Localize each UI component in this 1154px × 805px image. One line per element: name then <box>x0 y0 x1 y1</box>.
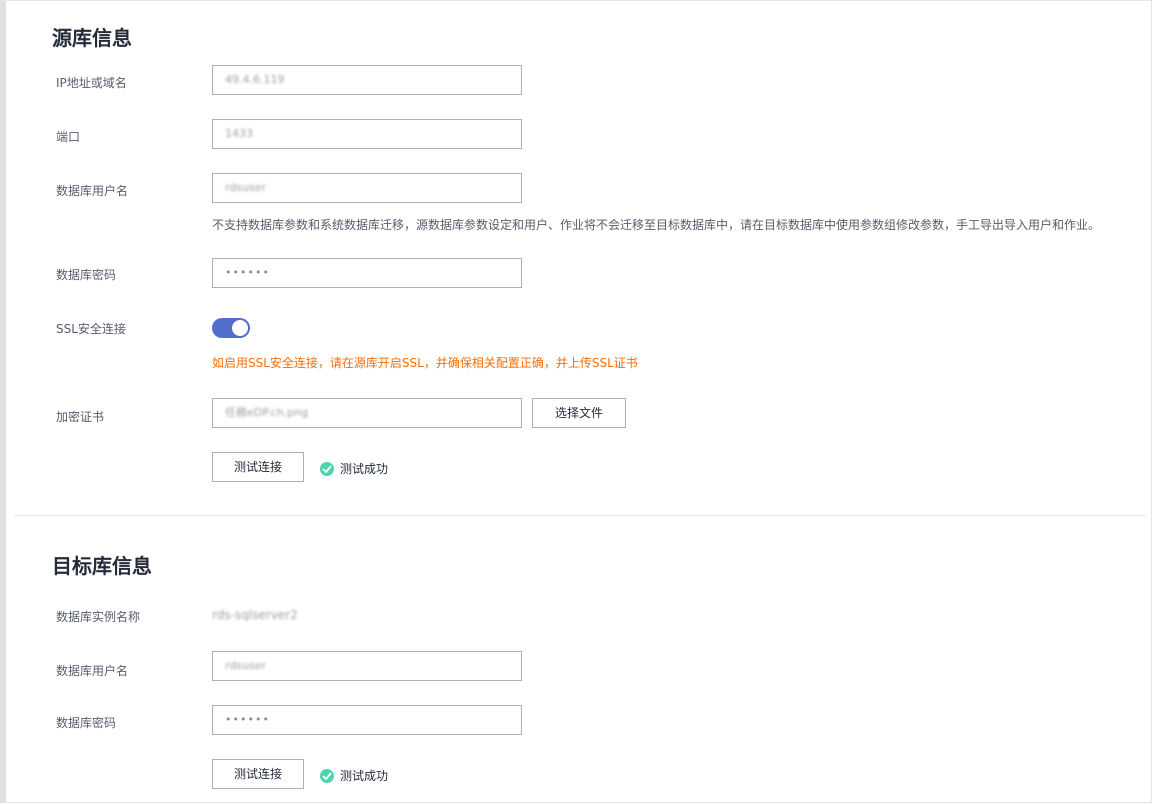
port-input[interactable]: 1433 <box>212 119 522 149</box>
target-user-label: 数据库用户名 <box>56 664 129 678</box>
source-test-status-text: 测试成功 <box>340 462 389 476</box>
cert-label: 加密证书 <box>56 410 105 424</box>
source-user-input[interactable]: rdsuser <box>212 173 522 203</box>
section-divider <box>14 515 1146 516</box>
source-password-input[interactable]: •••••• <box>212 258 522 288</box>
source-test-status: 测试成功 <box>320 460 388 477</box>
instance-label: 数据库实例名称 <box>56 610 141 624</box>
ip-value: 49.4.6.119 <box>225 73 285 86</box>
source-password-value: •••••• <box>225 266 270 279</box>
target-test-status-text: 测试成功 <box>340 769 389 783</box>
source-user-label: 数据库用户名 <box>56 184 129 198</box>
ip-input[interactable]: 49.4.6.119 <box>212 65 522 95</box>
port-label: 端口 <box>56 130 81 144</box>
ssl-toggle[interactable] <box>212 318 250 338</box>
source-user-value: rdsuser <box>225 181 267 194</box>
cert-value: 任務eDP.ch.png <box>225 406 309 419</box>
target-password-label: 数据库密码 <box>56 716 117 730</box>
source-test-button[interactable]: 测试连接 <box>212 452 304 482</box>
check-circle-icon <box>320 461 334 476</box>
choose-file-button[interactable]: 选择文件 <box>532 398 626 428</box>
target-test-status: 测试成功 <box>320 767 388 784</box>
source-password-label: 数据库密码 <box>56 268 117 282</box>
source-section-title: 源库信息 <box>52 26 132 50</box>
target-test-button[interactable]: 测试连接 <box>212 759 304 789</box>
check-circle-icon <box>320 768 334 783</box>
target-password-value: •••••• <box>225 713 270 726</box>
target-password-input[interactable]: •••••• <box>212 705 522 735</box>
target-user-value: rdsuser <box>225 659 267 672</box>
cert-input[interactable]: 任務eDP.ch.png <box>212 398 522 428</box>
target-user-input[interactable]: rdsuser <box>212 651 522 681</box>
ip-label: IP地址或域名 <box>56 76 127 90</box>
source-user-hint: 不支持数据库参数和系统数据库迁移，源数据库参数设定和用户、作业将不会迁移至目标数… <box>212 218 1101 232</box>
ssl-toggle-knob <box>232 320 248 336</box>
instance-value: rds-sqlserver2 <box>212 608 298 622</box>
target-section-title: 目标库信息 <box>52 554 152 578</box>
port-value: 1433 <box>225 127 253 140</box>
ssl-warning: 如启用SSL安全连接，请在源库开启SSL，并确保相关配置正确，并上传SSL证书 <box>212 356 638 370</box>
ssl-label: SSL安全连接 <box>56 322 126 336</box>
